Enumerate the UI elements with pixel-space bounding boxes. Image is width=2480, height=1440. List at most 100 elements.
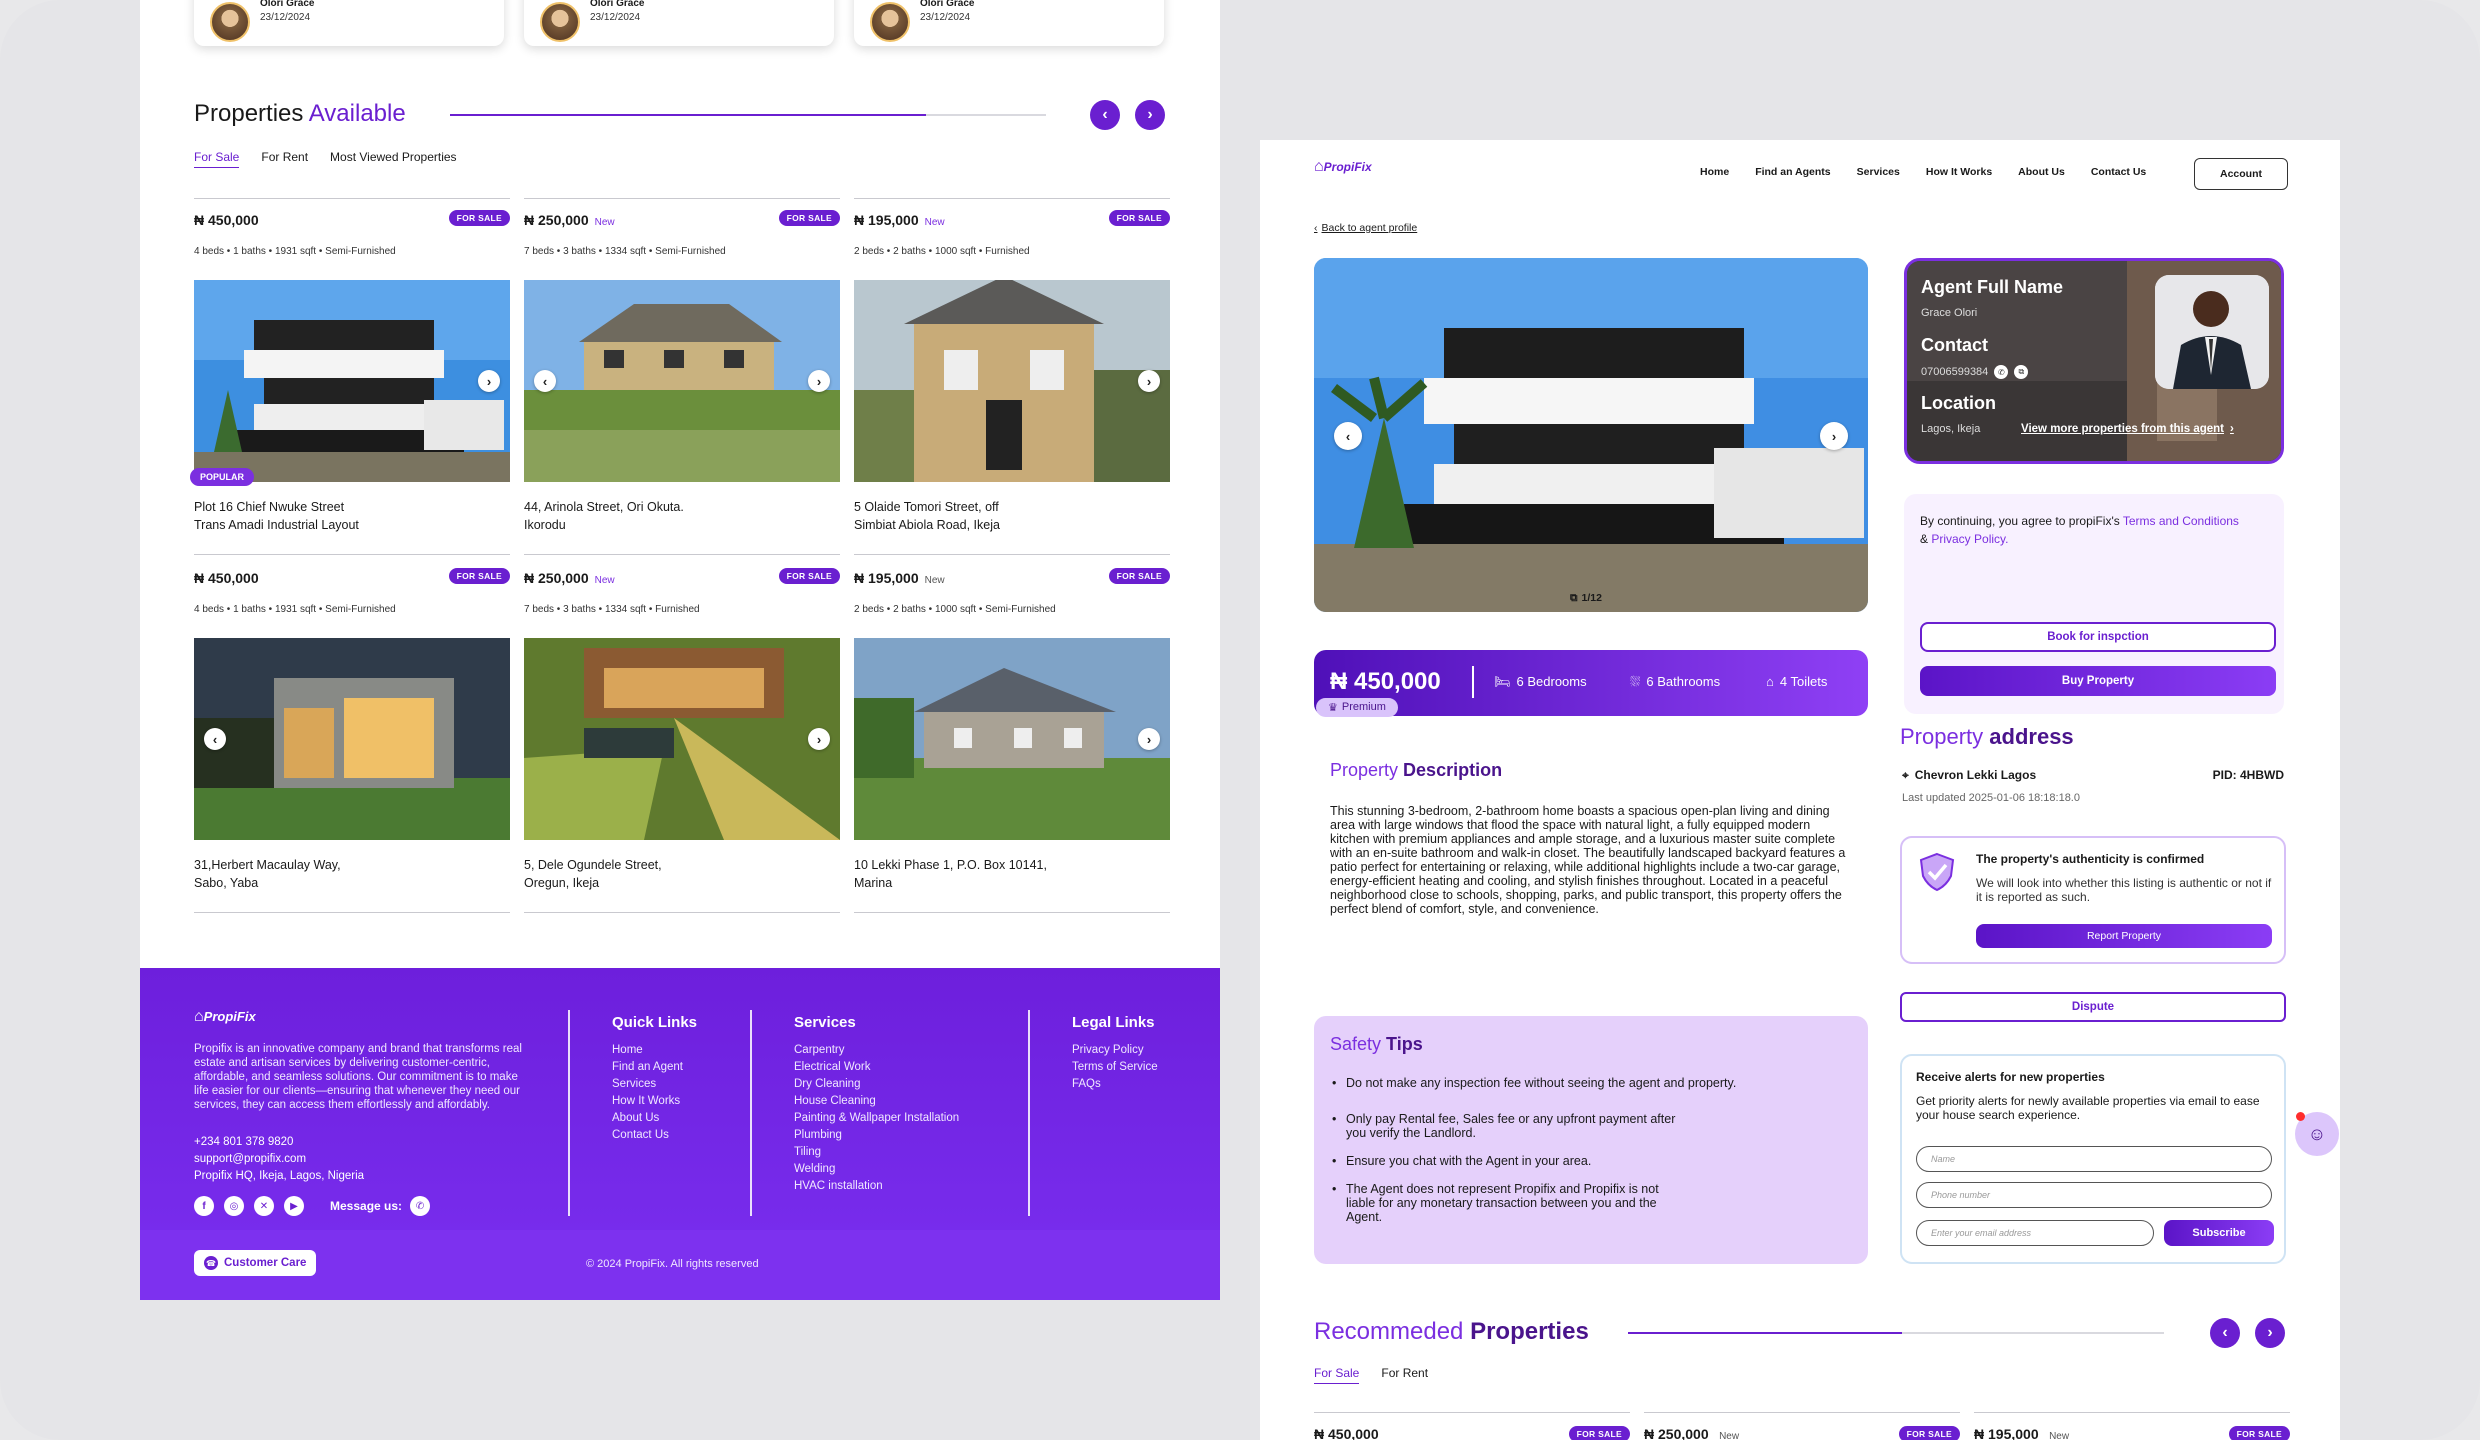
x-twitter-icon[interactable]: ✕	[254, 1196, 274, 1216]
prev-image-button[interactable]: ‹	[534, 370, 556, 392]
footer-phone[interactable]: +234 801 378 9820	[194, 1134, 364, 1151]
property-image[interactable]: ›	[194, 280, 510, 482]
back-link[interactable]: ‹ Back to agent profile	[1314, 222, 1417, 234]
next-button[interactable]: ›	[2255, 1318, 2285, 1348]
footer-logo[interactable]: ⌂PropiFix	[194, 1008, 256, 1026]
dispute-button[interactable]: Dispute	[1900, 992, 2286, 1022]
service-link[interactable]: Welding	[794, 1161, 959, 1178]
property-card[interactable]: ₦ 250,000 New FOR SALE 7 beds • 3 baths •…	[524, 556, 840, 914]
tab-most-viewed[interactable]: Most Viewed Properties	[330, 150, 457, 168]
tab-for-rent[interactable]: For Rent	[1381, 1366, 1428, 1384]
terms-link[interactable]: Terms and Conditions	[2123, 514, 2239, 528]
property-card[interactable]: ₦ 450,000 FOR SALE 4 beds • 1 baths • 19…	[190, 198, 510, 556]
property-image[interactable]: ›	[854, 280, 1170, 482]
recommended-card[interactable]: ₦ 450,000 FOR SALE	[1314, 1426, 1630, 1440]
footer-link-home[interactable]: Home	[612, 1042, 683, 1059]
property-card[interactable]: ₦ 250,000 New FOR SALE 7 beds • 3 baths •…	[524, 198, 840, 556]
subscribe-button[interactable]: Subscribe	[2164, 1220, 2274, 1246]
next-image-button[interactable]: ›	[1138, 370, 1160, 392]
prev-button[interactable]: ‹	[2210, 1318, 2240, 1348]
email-input[interactable]: Enter your email address	[1916, 1220, 2154, 1246]
nav-how-it-works[interactable]: How It Works	[1926, 166, 1992, 178]
next-image-button[interactable]: ›	[1138, 728, 1160, 750]
review-card[interactable]: Olori Grace 23/12/2024	[194, 0, 504, 46]
bedrooms: 🛏 6 Bedrooms	[1494, 674, 1587, 689]
section-title: Properties Available	[194, 100, 406, 128]
service-link[interactable]: House Cleaning	[794, 1093, 959, 1110]
book-inspection-button[interactable]: Book for inspction	[1920, 622, 2276, 652]
facebook-icon[interactable]: f	[194, 1196, 214, 1216]
phone-icon[interactable]: ✆	[1994, 365, 2009, 379]
service-link[interactable]: Tiling	[794, 1144, 959, 1161]
view-more-link[interactable]: View more properties from this agent ›	[2021, 423, 2234, 435]
name-input[interactable]: Name	[1916, 1146, 2272, 1172]
footer-link-about[interactable]: About Us	[612, 1110, 683, 1127]
property-image[interactable]: ‹	[194, 638, 510, 840]
tab-for-sale[interactable]: For Sale	[1314, 1366, 1360, 1384]
service-link[interactable]: Electrical Work	[794, 1059, 959, 1076]
prev-button[interactable]: ‹	[1090, 100, 1120, 130]
service-link[interactable]: HVAC installation	[794, 1178, 959, 1195]
instagram-icon[interactable]: ◎	[224, 1196, 244, 1216]
prev-image-button[interactable]: ‹	[1334, 422, 1362, 450]
property-image[interactable]: ›	[854, 638, 1170, 840]
youtube-icon[interactable]: ▶	[284, 1196, 304, 1216]
service-link[interactable]: Dry Cleaning	[794, 1076, 959, 1093]
phone-input[interactable]: Phone number	[1916, 1182, 2272, 1208]
property-card[interactable]: ₦ 195,000 New FOR SALE 2 beds • 2 baths •…	[854, 198, 1170, 556]
recommended-card[interactable]: ₦ 195,000 New FOR SALE	[1974, 1426, 2290, 1440]
property-image[interactable]: ›	[524, 638, 840, 840]
nav-about[interactable]: About Us	[2018, 166, 2065, 178]
agent-phone: 07006599384 ✆ ⧉	[1921, 365, 2029, 379]
footer-link-services[interactable]: Services	[612, 1076, 683, 1093]
nav-contact[interactable]: Contact Us	[2091, 166, 2146, 178]
next-image-button[interactable]: ›	[478, 370, 500, 392]
property-card[interactable]: ₦ 195,000 New FOR SALE 2 beds • 2 baths •…	[854, 556, 1170, 914]
faqs-link[interactable]: FAQs	[1072, 1076, 1158, 1093]
nav-home[interactable]: Home	[1700, 166, 1729, 178]
next-image-button[interactable]: ›	[1820, 422, 1848, 450]
buy-property-button[interactable]: Buy Property	[1920, 666, 2276, 696]
next-image-button[interactable]: ›	[808, 728, 830, 750]
footer-link-find-agent[interactable]: Find an Agent	[612, 1059, 683, 1076]
nav-find-agents[interactable]: Find an Agents	[1755, 166, 1830, 178]
prev-image-button[interactable]: ‹	[204, 728, 226, 750]
purchase-box: By continuing, you agree to propiFix's T…	[1904, 494, 2284, 714]
privacy-link[interactable]: Privacy Policy.	[1931, 532, 2008, 546]
review-date: 23/12/2024	[590, 12, 641, 23]
recommended-card[interactable]: ₦ 250,000 New FOR SALE	[1644, 1426, 1960, 1440]
tab-for-rent[interactable]: For Rent	[261, 150, 308, 168]
terms-link[interactable]: Terms of Service	[1072, 1059, 1158, 1076]
service-link[interactable]: Carpentry	[794, 1042, 959, 1059]
review-card[interactable]: Olori Grace 23/12/2024	[524, 0, 834, 46]
nav-services[interactable]: Services	[1857, 166, 1900, 178]
footer-link-contact[interactable]: Contact Us	[612, 1127, 683, 1144]
footer-email[interactable]: support@propifix.com	[194, 1151, 364, 1168]
property-gallery[interactable]: ‹ › ⧉ 1/12	[1314, 258, 1868, 612]
footer-link-how-it-works[interactable]: How It Works	[612, 1093, 683, 1110]
review-card[interactable]: Olori Grace 23/12/2024	[854, 0, 1164, 46]
service-link[interactable]: Plumbing	[794, 1127, 959, 1144]
next-button[interactable]: ›	[1135, 100, 1165, 130]
customer-care-button[interactable]: ☎ Customer Care	[194, 1250, 317, 1276]
price: ₦ 450,000	[194, 212, 259, 228]
logo[interactable]: ⌂PropiFix	[1314, 158, 1372, 176]
property-card[interactable]: ₦ 450,000 FOR SALE 4 beds • 1 baths • 19…	[194, 556, 510, 914]
tab-for-sale[interactable]: For Sale	[194, 150, 240, 168]
services-title: Services	[794, 1014, 856, 1031]
agent-card[interactable]: Agent Full Name Grace Olori Contact 0700…	[1904, 258, 2284, 464]
privacy-policy-link[interactable]: Privacy Policy	[1072, 1042, 1158, 1059]
service-link[interactable]: Painting & Wallpaper Installation	[794, 1110, 959, 1127]
next-image-button[interactable]: ›	[808, 370, 830, 392]
property-address: ⌖ Chevron Lekki Lagos	[1902, 768, 2037, 782]
title-part: Properties	[194, 100, 304, 127]
account-button[interactable]: Account	[2194, 158, 2288, 190]
property-image[interactable]: ‹ ›	[524, 280, 840, 482]
alerts-title: Receive alerts for new properties	[1916, 1070, 2105, 1084]
report-property-button[interactable]: Report Property	[1976, 924, 2272, 948]
price: ₦ 450,000	[1314, 1426, 1379, 1440]
whatsapp-icon[interactable]: ✆	[410, 1196, 431, 1216]
property-specs: 2 beds • 2 baths • 1000 sqft • Semi-Furn…	[854, 604, 1056, 615]
copy-icon[interactable]: ⧉	[2014, 365, 2029, 379]
property-specs: 7 beds • 3 baths • 1334 sqft • Furnished	[524, 604, 700, 615]
